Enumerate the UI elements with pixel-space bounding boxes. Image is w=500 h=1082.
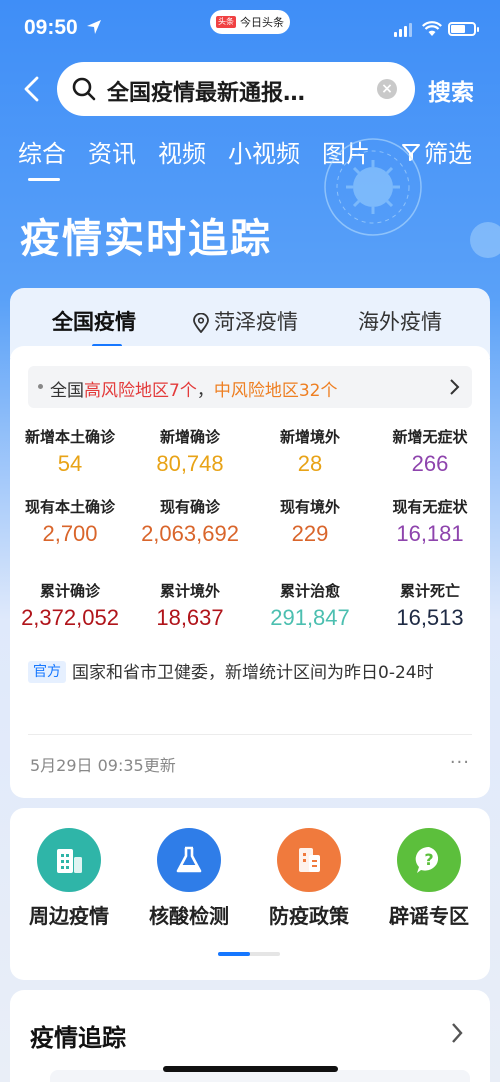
virus-decoration-small-icon (470, 222, 500, 258)
stat-label: 现有确诊 (159, 498, 220, 516)
location-pin-icon (193, 313, 209, 333)
battery-icon (448, 22, 479, 36)
toutiao-logo: 头条 (216, 16, 236, 28)
stat-item: 现有境外 229 (250, 496, 370, 547)
stat-item: 现有本土确诊 2,700 (10, 496, 130, 547)
quick-entry-item[interactable]: ? 辟谣专区 (374, 828, 484, 929)
back-icon[interactable] (18, 74, 48, 104)
filter-label: 筛选 (424, 140, 472, 168)
stat-label: 新增确诊 (159, 428, 220, 446)
bullet-dot (38, 384, 43, 389)
quick-entry-label: 核酸检测 (149, 904, 229, 928)
stat-item: 累计死亡 16,513 (370, 580, 490, 631)
flask-icon (157, 828, 221, 892)
wifi-icon (422, 21, 442, 36)
stat-label: 现有境外 (279, 498, 340, 516)
tab-overseas[interactable]: 海外疫情 (358, 306, 442, 336)
mid-risk-count: 中风险地区32个 (213, 381, 338, 401)
search-button[interactable]: 搜索 (428, 73, 474, 107)
stat-item: 新增确诊 80,748 (130, 426, 250, 477)
stat-item: 新增无症状 266 (370, 426, 490, 477)
source-text: 国家和省市卫健委，新增统计区间为昨日0-24时 (72, 663, 434, 683)
stat-value: 16,181 (396, 521, 464, 546)
quick-entry-card: 周边疫情 核酸检测 防疫政策? 辟谣专区 (10, 808, 490, 980)
home-indicator[interactable] (163, 1066, 338, 1072)
tab-national[interactable]: 全国疫情 (52, 306, 136, 336)
quick-entry-item[interactable]: 防疫政策 (254, 828, 364, 929)
search-query: 全国疫情最新通报… (107, 81, 306, 106)
search-input[interactable]: 全国疫情最新通报… × (57, 62, 415, 116)
tab-video[interactable]: 视频 (158, 134, 206, 169)
stat-value: 80,748 (156, 451, 224, 476)
stat-item: 累计境外 18,637 (130, 580, 250, 631)
stat-value: 2,063,692 (141, 521, 239, 546)
tab-news[interactable]: 资讯 (88, 134, 136, 169)
stat-item: 新增境外 28 (250, 426, 370, 477)
tab-local-label: 菏泽疫情 (214, 310, 298, 334)
stat-label: 现有无症状 (392, 498, 468, 516)
stat-value: 2,700 (42, 521, 98, 546)
app-pill-label: 今日头条 (240, 16, 284, 29)
category-tabs: 综合 资讯 视频 小视频 图片 (18, 134, 368, 181)
stat-value: 2,372,052 (21, 605, 119, 630)
stat-item: 现有无症状 16,181 (370, 496, 490, 547)
stat-item: 新增本土确诊 54 (10, 426, 130, 477)
tab-short-video[interactable]: 小视频 (228, 134, 300, 169)
svg-text:?: ? (424, 850, 433, 869)
stat-value: 229 (291, 521, 329, 546)
stat-value: 18,637 (156, 605, 224, 630)
stat-label: 新增无症状 (392, 428, 468, 446)
chevron-right-icon[interactable] (450, 1022, 464, 1044)
quick-entry-label: 辟谣专区 (389, 904, 469, 928)
buildings-icon (37, 828, 101, 892)
data-source: 官方 国家和省市卫健委，新增统计区间为昨日0-24时 (28, 658, 468, 688)
quick-entry-item[interactable]: 周边疫情 (14, 828, 124, 929)
quick-entry-label: 周边疫情 (29, 904, 109, 928)
page-title: 疫情实时追踪 (20, 216, 272, 262)
stat-label: 新增本土确诊 (24, 428, 115, 446)
risk-area-bar[interactable]: 全国高风险地区7个，中风险地区32个 (28, 366, 472, 408)
tab-comprehensive[interactable]: 综合 (18, 134, 66, 181)
question-bubble-icon: ? (397, 828, 461, 892)
status-bar: 09:50 头条 今日头条 (0, 0, 500, 56)
high-risk-count: 高风险地区7个 (84, 381, 197, 401)
stat-item: 累计确诊 2,372,052 (10, 580, 130, 631)
chevron-right-icon (450, 379, 460, 395)
quick-entry-label: 防疫政策 (269, 904, 349, 928)
stat-label: 现有本土确诊 (24, 498, 115, 516)
stats-card: 全国高风险地区7个，中风险地区32个 新增本土确诊 54 新增确诊 80,748 新增境… (10, 346, 490, 798)
more-options-icon[interactable]: ··· (450, 752, 470, 773)
status-time: 09:50 (24, 16, 78, 39)
stat-label: 累计境外 (159, 582, 220, 600)
stat-value: 54 (57, 451, 83, 476)
stat-value: 28 (297, 451, 323, 476)
stat-label: 新增境外 (279, 428, 340, 446)
stat-label: 累计确诊 (39, 582, 100, 600)
tracking-title: 疫情追踪 (30, 1024, 126, 1052)
stat-value: 291,847 (270, 605, 350, 630)
stat-item: 现有确诊 2,063,692 (130, 496, 250, 547)
risk-text: 全国高风险地区7个，中风险地区32个 (50, 381, 338, 401)
page-indicator (218, 952, 280, 956)
virus-decoration-icon (324, 138, 422, 236)
stat-value: 266 (411, 451, 449, 476)
location-arrow-icon (87, 20, 101, 34)
quick-entry-item[interactable]: 核酸检测 (134, 828, 244, 929)
search-icon (72, 77, 96, 101)
tab-local[interactable]: 菏泽疫情 (192, 306, 298, 336)
divider (28, 734, 472, 735)
app-pill[interactable]: 头条 今日头条 (210, 10, 290, 34)
clear-icon[interactable]: × (377, 79, 397, 99)
signal-icon (394, 23, 412, 37)
update-time: 5月29日 09:35更新 (30, 756, 176, 775)
official-badge: 官方 (28, 661, 66, 683)
building-icon (277, 828, 341, 892)
stat-label: 累计死亡 (399, 582, 460, 600)
stat-value: 16,513 (396, 605, 464, 630)
stat-item: 累计治愈 291,847 (250, 580, 370, 631)
stat-label: 累计治愈 (279, 582, 340, 600)
